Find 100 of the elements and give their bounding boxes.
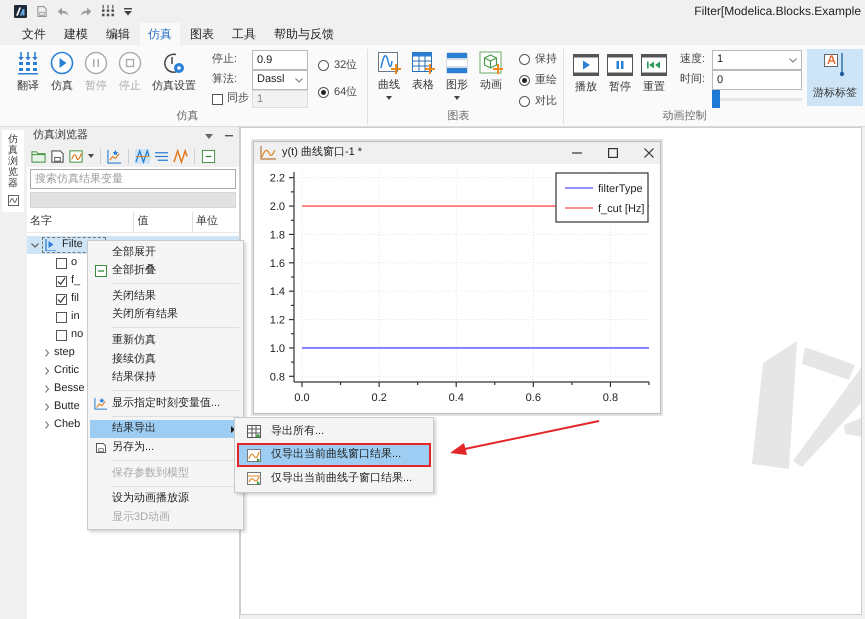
tree-item-label[interactable]: Filte: [62, 238, 83, 252]
menu-item[interactable]: 关闭所有结果: [90, 306, 241, 324]
variable-checkbox[interactable]: [56, 294, 67, 304]
column-header[interactable]: 值: [134, 212, 194, 232]
group-label: 图表: [446, 110, 470, 124]
folder-icon[interactable]: [31, 148, 46, 164]
dotted-grid-icon[interactable]: [16, 51, 40, 75]
radio-button[interactable]: [519, 54, 530, 66]
tree-item-label[interactable]: fil: [71, 292, 79, 306]
tree-item-label[interactable]: Critic: [54, 364, 80, 378]
tree-item-label[interactable]: no: [71, 328, 84, 342]
tree-item-label[interactable]: step: [54, 346, 75, 360]
menu-item[interactable]: 显示指定时刻变量值...: [90, 394, 241, 413]
tree-item-label[interactable]: in: [71, 310, 80, 324]
variable-checkbox[interactable]: [56, 330, 67, 340]
chevron-right-icon[interactable]: [45, 403, 49, 411]
toolbar-button[interactable]: 翻译: [12, 49, 44, 94]
radio-button[interactable]: [519, 75, 530, 86]
toolbar-button[interactable]: 播放: [570, 49, 602, 94]
speed-dropdown[interactable]: 1: [712, 50, 802, 70]
minimize-icon[interactable]: [225, 135, 233, 137]
menu-item[interactable]: 仅导出当前曲线窗口结果...: [239, 445, 429, 465]
stop-time-field[interactable]: 0.9: [252, 50, 308, 70]
tree-item-label[interactable]: f_: [71, 274, 80, 288]
menu-item[interactable]: 重新仿真: [90, 331, 241, 350]
tree-item-label[interactable]: Butte: [54, 400, 80, 414]
play-icon[interactable]: [50, 51, 74, 75]
curve-plus-icon[interactable]: [377, 51, 401, 75]
time-field[interactable]: 0: [712, 70, 802, 90]
menu-item[interactable]: 关闭结果: [90, 287, 241, 306]
toolbar-button[interactable]: 动画: [475, 49, 507, 100]
field-label: 算法:: [212, 73, 238, 87]
close-icon[interactable]: [644, 148, 654, 158]
subchart-export-icon: [247, 472, 261, 485]
chevron-down-icon[interactable]: [31, 242, 39, 248]
side-tab[interactable]: 仿真浏览器: [2, 130, 24, 212]
tree-item-label[interactable]: Besse: [54, 382, 85, 396]
menu-tab[interactable]: 图表: [182, 23, 222, 45]
toolbar-button[interactable]: 仿真: [46, 49, 78, 94]
column-header[interactable]: 单位: [193, 212, 240, 232]
chart-icon[interactable]: [8, 195, 18, 206]
wave-icon[interactable]: [173, 148, 188, 164]
customize-caret-icon[interactable]: [124, 7, 132, 16]
dotted-grid-icon[interactable]: [101, 5, 115, 18]
chevron-right-icon[interactable]: [45, 367, 49, 375]
slider-thumb[interactable]: [712, 90, 720, 108]
film-rewind-icon[interactable]: [641, 54, 667, 76]
chevron-right-icon[interactable]: [45, 421, 49, 429]
variable-checkbox[interactable]: [56, 258, 67, 268]
menu-item[interactable]: 另存为...: [90, 438, 241, 457]
chart-icon[interactable]: [69, 148, 84, 164]
stacked-panels-icon[interactable]: [445, 51, 469, 75]
side-tab-label[interactable]: 仿真浏览器: [8, 134, 18, 189]
dial-gear-icon[interactable]: [162, 51, 186, 75]
result-play-icon[interactable]: [45, 239, 56, 251]
menu-item[interactable]: 全部展开: [90, 243, 241, 262]
film-pause-icon[interactable]: [607, 54, 633, 76]
wave-icon[interactable]: [135, 148, 150, 164]
menu-item[interactable]: 仅导出当前曲线子窗口结果...: [239, 468, 429, 488]
chevron-right-icon[interactable]: [45, 385, 49, 393]
menu-item[interactable]: 全部折叠: [90, 262, 241, 280]
tree-item-label[interactable]: Cheb: [54, 418, 80, 432]
radio-button[interactable]: [318, 87, 329, 98]
radio-button[interactable]: [519, 96, 530, 108]
toolbar-button[interactable]: 曲线: [373, 49, 405, 100]
maximize-icon[interactable]: [608, 148, 618, 158]
menu-tab[interactable]: 帮助与反馈: [266, 23, 342, 45]
menu-tab[interactable]: 编辑: [98, 23, 138, 45]
collapse-icon: [95, 264, 107, 277]
chevron-right-icon[interactable]: [45, 349, 49, 357]
save-icon[interactable]: [50, 148, 65, 164]
toolbar-button[interactable]: 重置: [638, 49, 670, 94]
table-plus-icon[interactable]: [411, 51, 435, 75]
column-header[interactable]: 名字: [27, 212, 134, 232]
toolbar-button[interactable]: 暂停: [604, 49, 636, 94]
menu-tab[interactable]: 工具: [224, 23, 264, 45]
search-field[interactable]: 搜索仿真结果变量: [30, 169, 236, 189]
chart-star-icon[interactable]: [107, 148, 122, 164]
menu-item[interactable]: 设为动画播放源: [90, 490, 241, 508]
menu-tab[interactable]: 建模: [56, 23, 96, 45]
dropdown-caret-icon[interactable]: [205, 134, 213, 138]
cursor-label-button[interactable]: 游标标签: [807, 49, 863, 106]
caret-icon[interactable]: [88, 154, 94, 158]
variable-checkbox[interactable]: [56, 312, 67, 322]
menu-item[interactable]: 结果保持: [90, 368, 241, 388]
cube-plus-icon[interactable]: [479, 51, 503, 75]
algorithm-dropdown[interactable]: Dassl: [252, 70, 308, 90]
app-logo-icon[interactable]: [14, 5, 27, 18]
variable-checkbox[interactable]: [56, 276, 67, 286]
toolbar-button[interactable]: 仿真设置: [148, 49, 200, 94]
toolbar-button[interactable]: 图形: [441, 49, 473, 100]
collapse-icon[interactable]: [201, 148, 216, 164]
tree-item-label[interactable]: o: [71, 256, 78, 270]
menu-item[interactable]: 接续仿真: [90, 350, 241, 369]
menu-item[interactable]: 导出所有...: [239, 422, 429, 442]
radio-button[interactable]: [318, 60, 329, 72]
menu-tab[interactable]: 文件: [14, 23, 54, 45]
film-play-icon[interactable]: [573, 54, 599, 76]
menu-tab[interactable]: 仿真: [140, 23, 180, 45]
toolbar-button[interactable]: 表格: [407, 49, 439, 100]
